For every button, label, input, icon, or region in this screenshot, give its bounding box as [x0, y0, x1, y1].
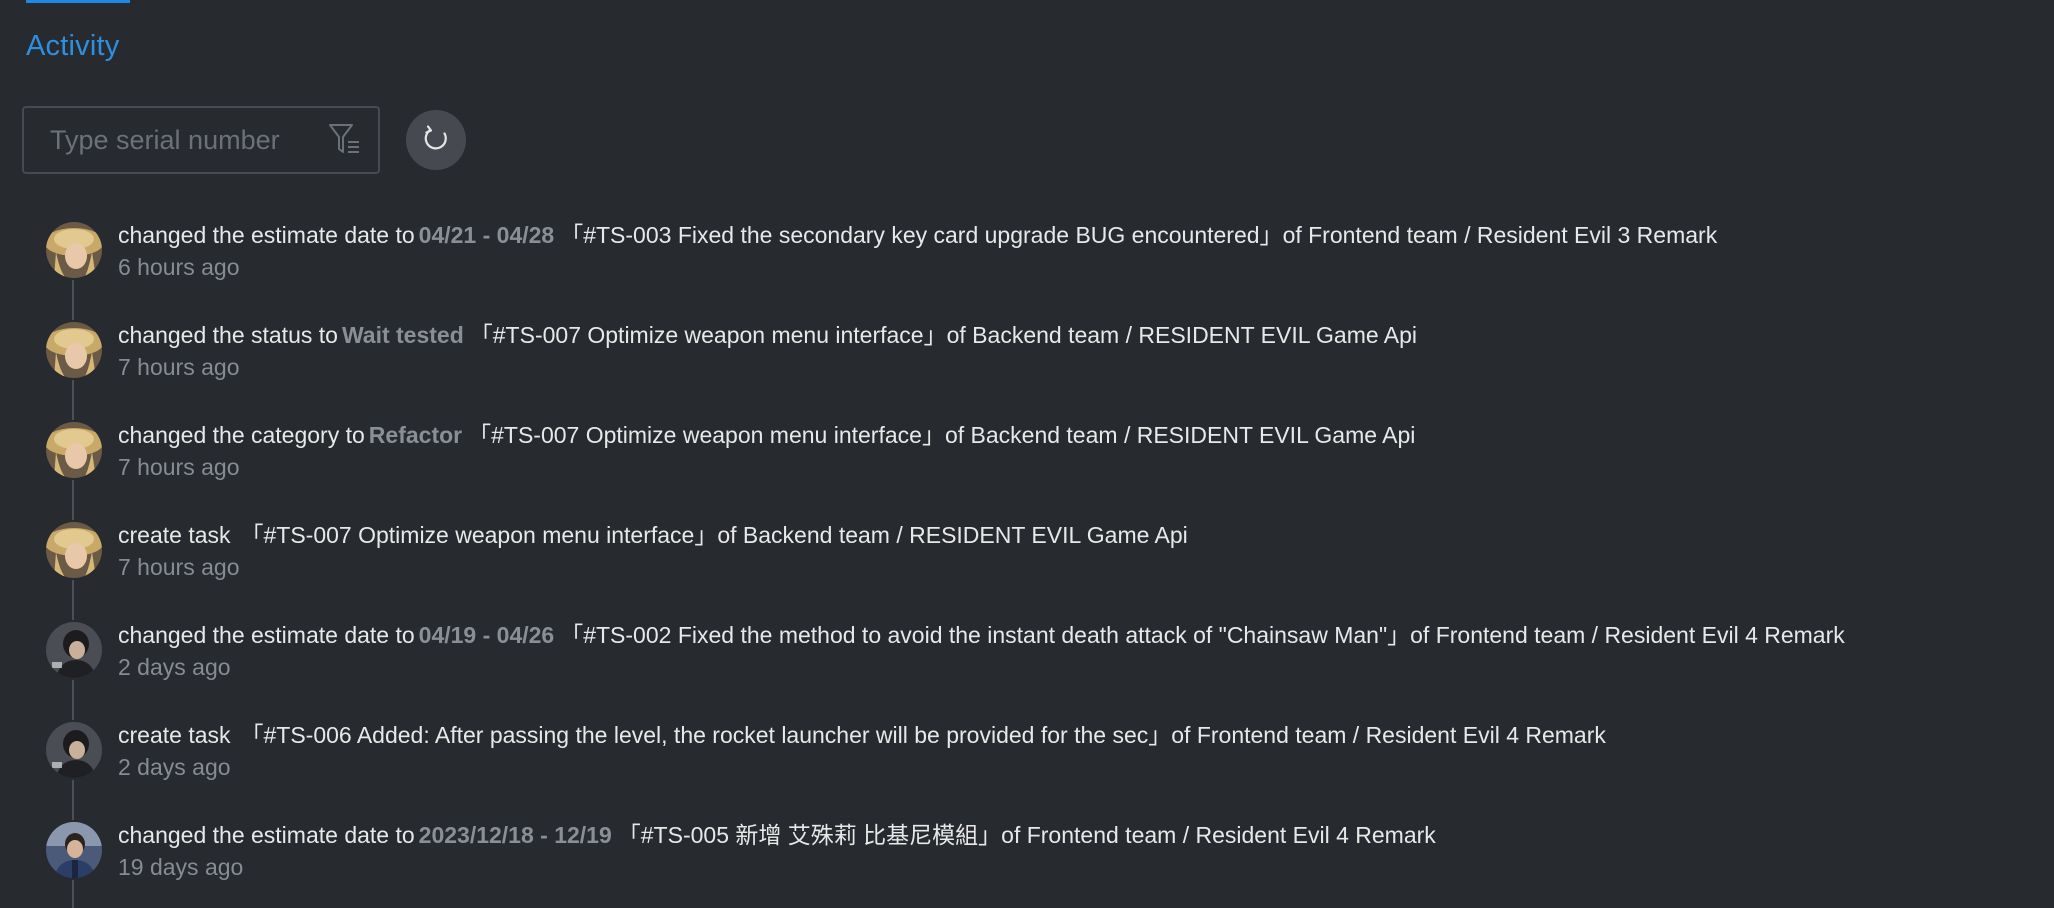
serial-number-input[interactable] [48, 123, 326, 157]
activity-description: changed the estimate date to 2023/12/18 -… [118, 820, 1436, 850]
activity-content: changed the estimate date to 04/21 - 04/2… [118, 220, 1717, 282]
activity-action: changed the category to [118, 422, 365, 448]
activity-action: create task [118, 722, 231, 748]
activity-time: 2 days ago [118, 654, 231, 680]
activity-toolbar [22, 106, 466, 174]
activity-value: Wait tested [341, 322, 464, 348]
activity-value: 04/21 - 04/28 [418, 222, 555, 248]
avatar[interactable] [46, 522, 102, 578]
task-link[interactable]: 「#TS-007 Optimize weapon menu interface」 [468, 422, 945, 448]
activity-time: 7 hours ago [118, 354, 240, 380]
activity-content: create task 「#TS-006 Added: After passing… [118, 720, 1606, 782]
activity-description: changed the estimate date to 04/21 - 04/2… [118, 220, 1717, 250]
task-link[interactable]: 「#TS-002 Fixed the method to avoid the i… [560, 622, 1410, 648]
team-project: of Frontend team / Resident Evil 4 Remar… [1001, 822, 1436, 848]
activity-content: changed the category to Refactor 「#TS-007 … [118, 420, 1415, 482]
activity-item: changed the estimate date to 04/21 - 04/2… [44, 216, 2044, 316]
activity-value: Refactor [368, 422, 463, 448]
activity-content: create task 「#TS-007 Optimize weapon menu… [118, 520, 1188, 582]
team-project: of Backend team / RESIDENT EVIL Game Api [717, 522, 1188, 548]
activity-action: changed the estimate date to [118, 822, 415, 848]
filter-icon[interactable] [326, 120, 364, 160]
activity-action: create task [118, 522, 231, 548]
activity-content: changed the status to Wait tested 「#TS-007… [118, 320, 1417, 382]
serial-search-box[interactable] [22, 106, 380, 174]
avatar[interactable] [46, 622, 102, 678]
avatar[interactable] [46, 822, 102, 878]
activity-page: Activity Type serial number changed the … [0, 0, 2054, 908]
activity-description: changed the status to Wait tested 「#TS-007… [118, 320, 1417, 350]
activity-value: 04/19 - 04/26 [418, 622, 555, 648]
activity-time: 2 days ago [118, 754, 231, 780]
task-link[interactable]: 「#TS-005 新增 艾殊莉 比基尼模組」 [618, 822, 1001, 848]
team-project: of Frontend team / Resident Evil 4 Remar… [1410, 622, 1845, 648]
activity-time: 7 hours ago [118, 454, 240, 480]
tab-active-indicator [26, 0, 130, 3]
activity-content: changed the estimate date to 2023/12/18 -… [118, 820, 1436, 882]
team-project: of Frontend team / Resident Evil 3 Remar… [1282, 222, 1718, 248]
activity-time: 7 hours ago [118, 554, 240, 580]
activity-description: create task 「#TS-006 Added: After passing… [118, 720, 1606, 750]
activity-action: changed the estimate date to [118, 222, 415, 248]
task-link[interactable]: 「#TS-006 Added: After passing the level,… [241, 722, 1172, 748]
section-title[interactable]: Activity [26, 30, 119, 63]
activity-description: changed the estimate date to 04/19 - 04/2… [118, 620, 1845, 650]
activity-description: changed the category to Refactor 「#TS-007 … [118, 420, 1415, 450]
activity-action: changed the status to [118, 322, 338, 348]
activity-timeline: changed the estimate date to 04/21 - 04/2… [44, 216, 2044, 908]
activity-item: create task 「#TS-006 Added: After passing… [44, 716, 2044, 816]
activity-item: create task 「#TS-007 Optimize weapon menu… [44, 516, 2044, 616]
activity-description: create task 「#TS-007 Optimize weapon menu… [118, 520, 1188, 550]
activity-item: changed the estimate date to 2023/12/18 -… [44, 816, 2044, 908]
avatar[interactable] [46, 322, 102, 378]
activity-item: changed the estimate date to 04/19 - 04/2… [44, 616, 2044, 716]
team-project: of Backend team / RESIDENT EVIL Game Api [946, 322, 1418, 348]
activity-time: 19 days ago [118, 854, 244, 880]
activity-content: changed the estimate date to 04/19 - 04/2… [118, 620, 1845, 682]
task-link[interactable]: 「#TS-007 Optimize weapon menu interface」 [470, 322, 947, 348]
task-link[interactable]: 「#TS-003 Fixed the secondary key card up… [560, 222, 1282, 248]
activity-time: 6 hours ago [118, 254, 240, 280]
avatar[interactable] [46, 722, 102, 778]
refresh-icon [421, 124, 451, 157]
avatar[interactable] [46, 222, 102, 278]
activity-item: changed the status to Wait tested 「#TS-007… [44, 316, 2044, 416]
team-project: of Backend team / RESIDENT EVIL Game Api [944, 422, 1416, 448]
refresh-button[interactable] [406, 110, 466, 170]
activity-value: 2023/12/18 - 12/19 [418, 822, 612, 848]
activity-item: changed the category to Refactor 「#TS-007 … [44, 416, 2044, 516]
task-link[interactable]: 「#TS-007 Optimize weapon menu interface」 [241, 522, 718, 548]
activity-action: changed the estimate date to [118, 622, 415, 648]
team-project: of Frontend team / Resident Evil 4 Remar… [1171, 722, 1606, 748]
avatar[interactable] [46, 422, 102, 478]
